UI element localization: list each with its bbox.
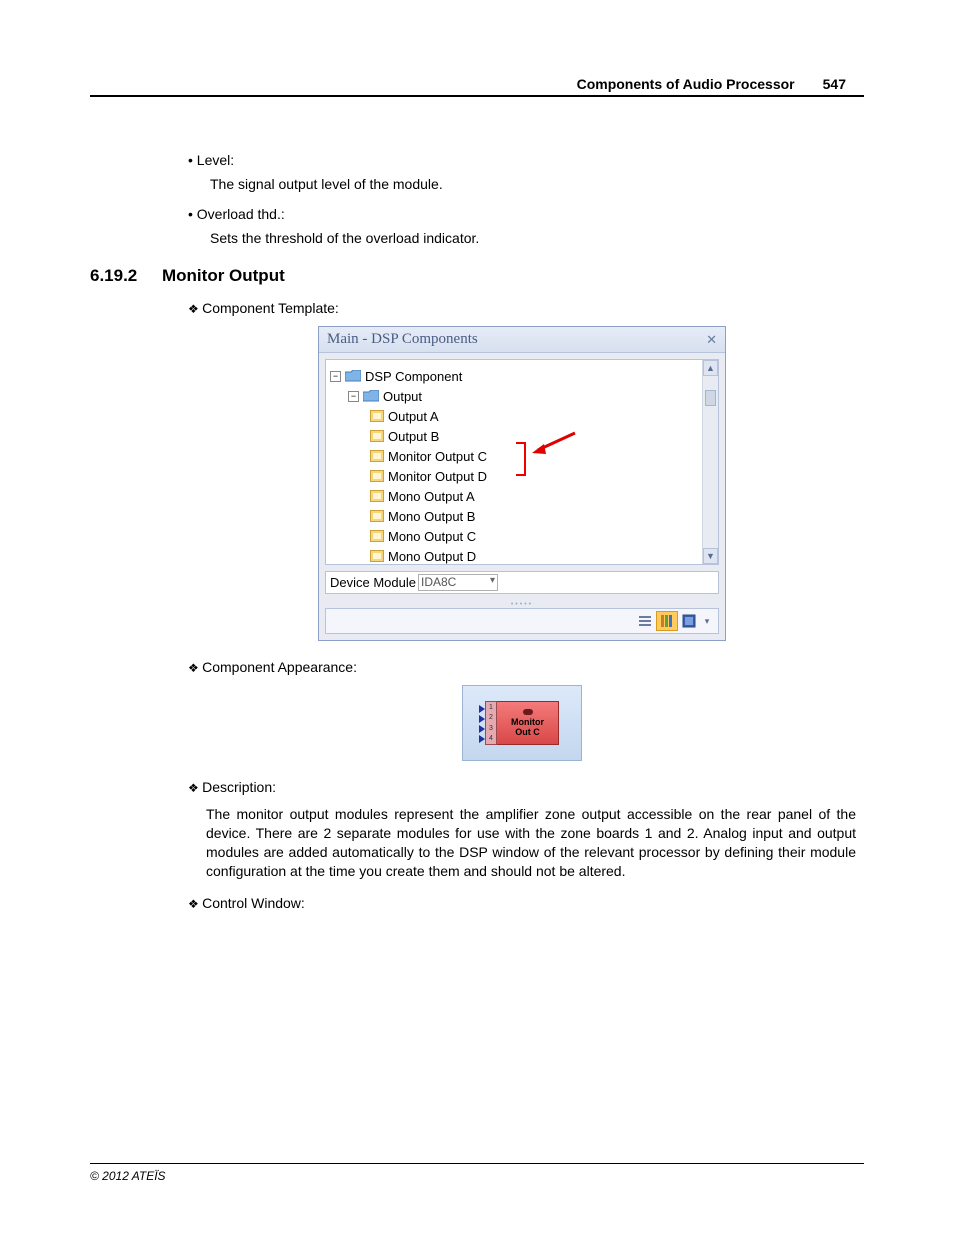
panel-title: Main - DSP Components [327, 331, 478, 348]
tree-item[interactable]: Output B [370, 426, 714, 446]
bullet-level-desc: The signal output level of the module. [210, 176, 856, 192]
label-description: Description: [188, 779, 856, 795]
scroll-down-icon[interactable]: ▼ [703, 548, 718, 564]
header-rule [90, 95, 864, 97]
component-icon [370, 430, 384, 442]
label-control-window: Control Window: [188, 895, 856, 911]
port-arrow-icon [479, 735, 485, 743]
bullet-overload: Overload thd.: [188, 206, 856, 222]
port-arrow-icon [479, 715, 485, 723]
component-tree[interactable]: − DSP Component − Output [326, 360, 718, 565]
tree-item[interactable]: Mono Output C [370, 526, 714, 546]
bullet-level: Level: [188, 152, 856, 168]
scroll-thumb[interactable] [705, 390, 716, 406]
scrollbar[interactable]: ▲ ▼ [702, 360, 718, 564]
collapse-icon[interactable]: − [348, 391, 359, 402]
toolbar-columns-icon[interactable] [656, 611, 678, 631]
folder-icon [363, 390, 379, 403]
component-body: Monitor Out C [497, 701, 559, 745]
tree-root-label: DSP Component [365, 369, 462, 384]
tree-item[interactable]: Output A [370, 406, 714, 426]
port-arrow-icon [479, 705, 485, 713]
component-icon [370, 530, 384, 542]
resize-grip[interactable]: ••••• [319, 600, 725, 608]
label-component-appearance: Component Appearance: [188, 659, 856, 675]
tree-item[interactable]: Mono Output B [370, 506, 714, 526]
section-number: 6.19.2 [90, 266, 162, 286]
tree-item[interactable]: Monitor Output D [370, 466, 714, 486]
component-appearance-figure: 1 2 3 4 Monitor Out C [462, 685, 582, 761]
component-icon [370, 410, 384, 422]
component-icon [370, 490, 384, 502]
scroll-up-icon[interactable]: ▲ [703, 360, 718, 376]
tree-root[interactable]: − DSP Component [330, 366, 714, 386]
dsp-components-panel: Main - DSP Components ✕ − DSP Component [318, 326, 726, 641]
indicator-lamp-icon [523, 709, 533, 715]
tree-item[interactable]: Mono Output A [370, 486, 714, 506]
tree-item[interactable]: Mono Output D [370, 546, 714, 565]
section-title: Monitor Output [162, 266, 285, 286]
panel-close-icon[interactable]: ✕ [706, 332, 717, 348]
toolbar-list-icon[interactable] [634, 611, 656, 631]
header-title: Components of Audio Processor [577, 76, 795, 92]
tree-group-label: Output [383, 389, 422, 404]
tree-item[interactable]: Monitor Output C [370, 446, 714, 466]
component-ports: 1 2 3 4 [485, 701, 497, 745]
component-icon [370, 450, 384, 462]
component-icon [370, 550, 384, 562]
label-component-template: Component Template: [188, 300, 856, 316]
description-text: The monitor output modules represent the… [206, 805, 856, 881]
device-module-label: Device Module [330, 575, 416, 590]
folder-icon [345, 370, 361, 383]
tree-group-output[interactable]: − Output [348, 386, 714, 406]
port-arrow-icon [479, 725, 485, 733]
page-number: 547 [823, 76, 846, 92]
device-module-select[interactable]: IDA8C [418, 574, 498, 591]
footer-copyright: © 2012 ATEÏS [90, 1169, 166, 1183]
component-icon [370, 510, 384, 522]
bullet-overload-desc: Sets the threshold of the overload indic… [210, 230, 856, 246]
panel-toolbar: ▾ [325, 608, 719, 634]
toolbar-dropdown-icon[interactable]: ▾ [700, 611, 714, 631]
component-icon [370, 470, 384, 482]
toolbar-preview-icon[interactable] [678, 611, 700, 631]
collapse-icon[interactable]: − [330, 371, 341, 382]
